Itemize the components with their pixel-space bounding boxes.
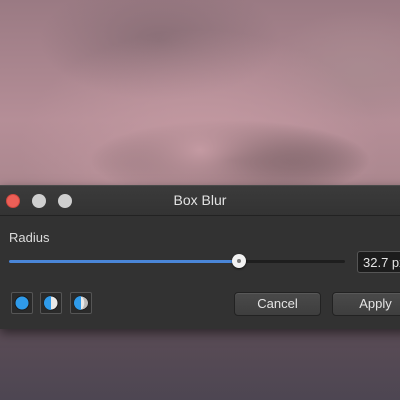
apply-button[interactable]: Apply (332, 292, 400, 316)
cancel-button[interactable]: Cancel (234, 292, 321, 316)
mode-button-full[interactable] (11, 292, 33, 314)
dialog-title: Box Blur (173, 192, 227, 208)
mode-button-split[interactable] (70, 292, 92, 314)
radius-slider-fill (9, 260, 240, 263)
half-circle-icon (43, 295, 59, 311)
full-circle-icon (14, 295, 30, 311)
box-blur-dialog: Box Blur Radius 32.7 px Cancel Apply (0, 185, 400, 329)
blurred-photo-background-lower (0, 328, 400, 400)
split-circle-icon (73, 295, 89, 311)
dialog-titlebar[interactable]: Box Blur (0, 186, 400, 216)
radius-slider-knob[interactable] (232, 254, 247, 268)
mode-button-half[interactable] (40, 292, 62, 314)
radius-value-field[interactable]: 32.7 px (357, 251, 400, 273)
radius-slider[interactable] (9, 254, 345, 268)
radius-label: Radius (9, 230, 50, 245)
